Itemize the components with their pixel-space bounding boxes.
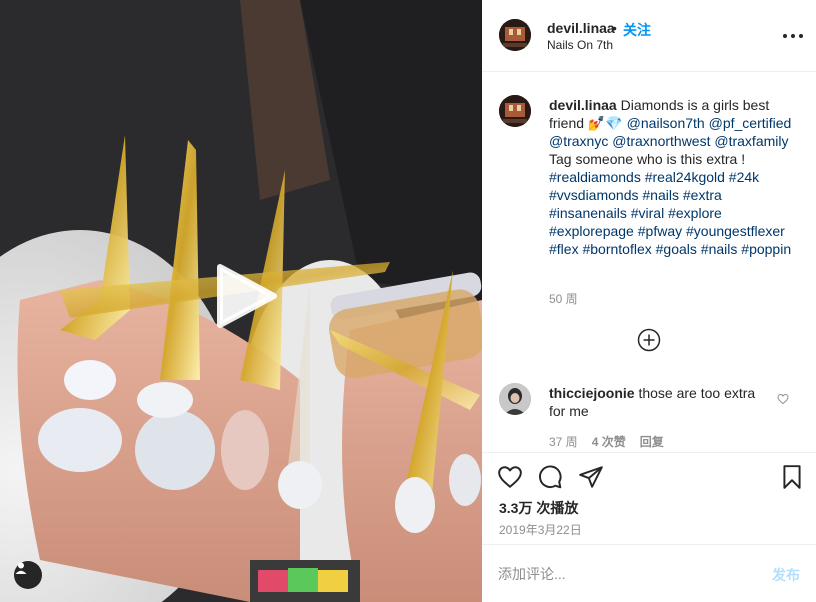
mention-link[interactable]: @traxfamily bbox=[714, 133, 788, 149]
hashtag-link[interactable]: #flex bbox=[549, 241, 579, 257]
bookmark-icon bbox=[783, 465, 801, 489]
follow-button[interactable]: 关注 bbox=[623, 20, 651, 40]
mention-link[interactable]: @traxnorthwest bbox=[612, 133, 710, 149]
avatar-image bbox=[499, 19, 531, 51]
hashtag-link[interactable]: #vvsdiamonds bbox=[549, 187, 639, 203]
comment-body: thicciejoonie those are too extra for me bbox=[549, 384, 764, 420]
reply-button[interactable]: 回复 bbox=[640, 433, 664, 450]
more-dot-icon bbox=[791, 34, 795, 38]
post-side-panel: devil.linaa • 关注 Nails On 7th devil.lina… bbox=[482, 0, 816, 602]
user-icon bbox=[15, 562, 27, 574]
post-date[interactable]: 2019年3月22日 bbox=[499, 521, 582, 538]
avatar-image bbox=[499, 383, 531, 415]
separator-dot: • bbox=[612, 20, 617, 36]
caption-timestamp: 50 周 bbox=[549, 292, 578, 306]
hashtag-link[interactable]: #nails bbox=[642, 187, 679, 203]
heart-icon bbox=[777, 393, 789, 405]
add-comment-form: 发布 bbox=[482, 544, 816, 602]
share-button[interactable] bbox=[578, 464, 604, 490]
share-icon bbox=[579, 466, 603, 488]
play-icon bbox=[217, 264, 277, 328]
like-button[interactable] bbox=[497, 464, 523, 490]
plus-circle-icon bbox=[637, 328, 661, 352]
comment-button[interactable] bbox=[537, 464, 563, 490]
mention-link[interactable]: @traxnyc bbox=[549, 133, 608, 149]
commenter-avatar[interactable] bbox=[499, 383, 531, 415]
heart-icon bbox=[498, 466, 522, 488]
hashtag-link[interactable]: #borntoflex bbox=[582, 241, 651, 257]
hashtag-link[interactable]: #nails bbox=[701, 241, 738, 257]
post-caption: devil.linaa Diamonds is a girls best fri… bbox=[549, 96, 799, 258]
save-button[interactable] bbox=[779, 464, 805, 490]
author-username[interactable]: devil.linaa bbox=[547, 20, 615, 36]
load-more-comments-button[interactable] bbox=[637, 328, 661, 352]
hashtag-link[interactable]: #pfway bbox=[638, 223, 682, 239]
hashtag-link[interactable]: #24k bbox=[729, 169, 759, 185]
more-dot-icon bbox=[799, 34, 803, 38]
more-options-button[interactable] bbox=[783, 26, 803, 46]
hashtag-link[interactable]: #explorepage bbox=[549, 223, 634, 239]
comment-meta: 37 周 4 次赞 回复 bbox=[549, 433, 664, 450]
post-header: devil.linaa • 关注 Nails On 7th bbox=[482, 0, 816, 72]
tagged-users-button[interactable] bbox=[14, 561, 42, 589]
hashtag-link[interactable]: #realdiamonds bbox=[549, 169, 641, 185]
hashtag-link[interactable]: #extra bbox=[683, 187, 722, 203]
play-button[interactable] bbox=[212, 263, 278, 329]
hashtag-link[interactable]: #real24kgold bbox=[645, 169, 725, 185]
hashtag-link[interactable]: #goals bbox=[656, 241, 697, 257]
hashtag-link[interactable]: #poppin bbox=[741, 241, 791, 257]
comment-icon bbox=[539, 465, 562, 489]
mention-link[interactable]: @pf_certified bbox=[709, 115, 792, 131]
post-video[interactable] bbox=[0, 0, 482, 602]
post-comment-button[interactable]: 发布 bbox=[772, 565, 800, 585]
commenter-username[interactable]: thicciejoonie bbox=[549, 385, 635, 401]
comments-section[interactable]: devil.linaa Diamonds is a girls best fri… bbox=[482, 72, 816, 452]
caption-author-avatar[interactable] bbox=[499, 95, 531, 127]
caption-username[interactable]: devil.linaa bbox=[549, 97, 617, 113]
caption-text: Tag someone who is this extra ! bbox=[549, 151, 746, 167]
mention-link[interactable]: @nailson7th bbox=[627, 115, 705, 131]
comment-likes[interactable]: 4 次赞 bbox=[592, 433, 626, 450]
post-actions: 3.3万 次播放 2019年3月22日 bbox=[482, 452, 816, 544]
post-location[interactable]: Nails On 7th bbox=[547, 38, 613, 52]
more-dot-icon bbox=[783, 34, 787, 38]
hashtag-link[interactable]: #viral bbox=[631, 205, 664, 221]
comment-timestamp: 37 周 bbox=[549, 435, 578, 449]
hashtag-link[interactable]: #insanenails bbox=[549, 205, 627, 221]
hashtag-link[interactable]: #explore bbox=[668, 205, 722, 221]
author-avatar[interactable] bbox=[499, 19, 531, 51]
view-count[interactable]: 3.3万 次播放 bbox=[499, 498, 578, 518]
like-comment-button[interactable] bbox=[777, 392, 789, 405]
hashtag-link[interactable]: #youngestflexer bbox=[686, 223, 785, 239]
avatar-image bbox=[499, 95, 531, 127]
comment-input[interactable] bbox=[498, 563, 758, 585]
